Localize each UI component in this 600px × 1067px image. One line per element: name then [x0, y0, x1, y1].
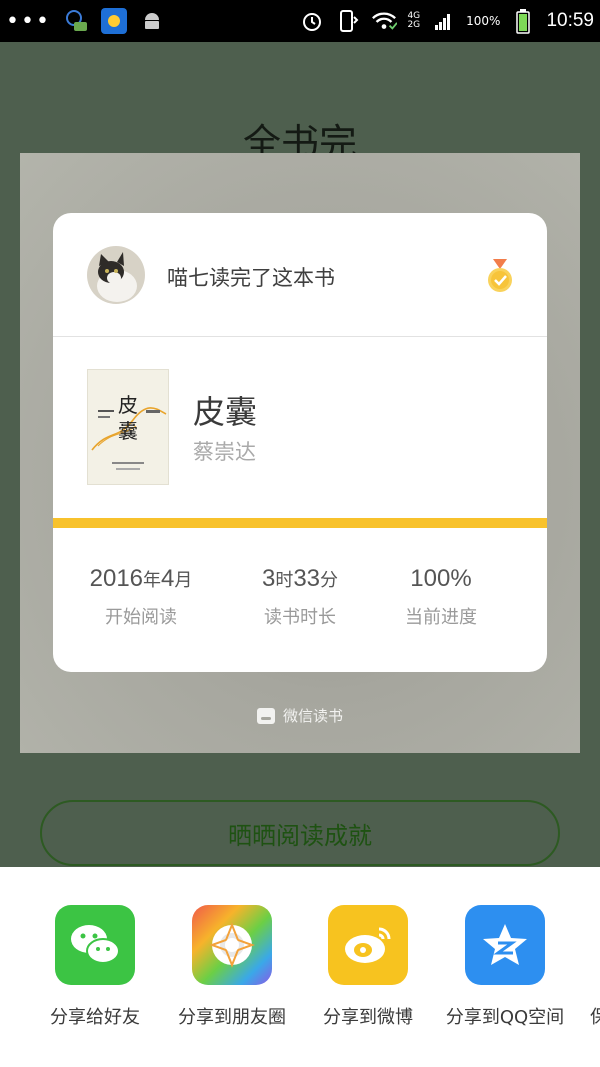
stat-value: 2016年4月 — [89, 565, 193, 592]
medal-icon — [483, 257, 517, 299]
reading-stats: 2016年4月 开始阅读 3时33分 读书时长 100% 当前进度 — [53, 565, 547, 645]
wifi-icon — [371, 8, 398, 34]
wechat-icon — [55, 905, 135, 985]
android-icon — [139, 8, 165, 34]
weather-sun-icon — [100, 8, 127, 34]
network-type: 4G 2G — [407, 11, 421, 30]
brand-name: 微信读书 — [282, 707, 343, 725]
book-cover[interactable]: 皮囊 — [87, 369, 169, 485]
book-cover-title: 皮囊 — [118, 393, 138, 443]
stat-label: 当前进度 — [405, 607, 477, 628]
finished-reading-text: 喵七读完了这本书 — [167, 266, 335, 290]
share-sheet: 分享给好友 分享到朋友圈 分享到微博 分享到QQ空间 保 — [0, 867, 600, 1067]
share-to-friend[interactable]: 分享给好友 — [25, 905, 165, 1029]
share-more-item-label[interactable]: 保 — [590, 1003, 600, 1029]
qzone-icon — [465, 905, 545, 985]
stat-reading-time: 3时33分 读书时长 — [230, 565, 370, 629]
stat-value: 3时33分 — [261, 565, 339, 592]
card-header: 喵七读完了这本书 — [53, 213, 547, 337]
battery-percent: 100% — [466, 14, 501, 28]
share-label: 分享到微博 — [323, 1007, 413, 1028]
signal-icon — [430, 8, 456, 34]
share-achievement-button[interactable]: 晒晒阅读成就 — [40, 800, 560, 866]
book-info: 皮囊 皮囊 蔡崇达 — [53, 337, 547, 518]
clock: 10:59 — [546, 10, 594, 31]
weibo-icon — [328, 905, 408, 985]
app-brand: 微信读书 — [0, 705, 600, 726]
vibrate-icon — [335, 8, 361, 34]
book-author: 蔡崇达 — [193, 440, 256, 464]
stat-label: 读书时长 — [264, 607, 336, 628]
reading-progress-bar — [53, 518, 547, 528]
share-to-weibo[interactable]: 分享到微博 — [298, 905, 438, 1029]
share-to-qzone[interactable]: 分享到QQ空间 — [435, 905, 575, 1029]
more-notifications-icon: ••• — [6, 8, 51, 34]
share-label: 分享到QQ空间 — [445, 1007, 565, 1028]
share-label: 分享给好友 — [50, 1007, 140, 1028]
moments-icon — [192, 905, 272, 985]
book-title: 皮囊 — [193, 393, 258, 431]
stat-progress: 100% 当前进度 — [371, 565, 511, 629]
stat-value: 100% — [410, 565, 472, 592]
weread-logo-icon — [256, 707, 275, 724]
share-to-moments[interactable]: 分享到朋友圈 — [162, 905, 302, 1029]
avatar — [87, 246, 145, 304]
reading-progress-fill — [53, 518, 547, 528]
status-bar: ••• 4G 2G 100% 10:59 — [0, 0, 600, 42]
alarm-icon — [299, 8, 325, 34]
stat-start-date: 2016年4月 开始阅读 — [71, 565, 211, 629]
battery-icon — [510, 8, 536, 34]
stat-label: 开始阅读 — [105, 607, 177, 628]
achievement-card: 喵七读完了这本书 皮囊 皮囊 蔡崇达 2016年4月 开始阅读 3时33分 读书… — [53, 213, 547, 672]
share-label: 分享到朋友圈 — [178, 1007, 286, 1028]
chat-headset-icon — [63, 8, 89, 34]
